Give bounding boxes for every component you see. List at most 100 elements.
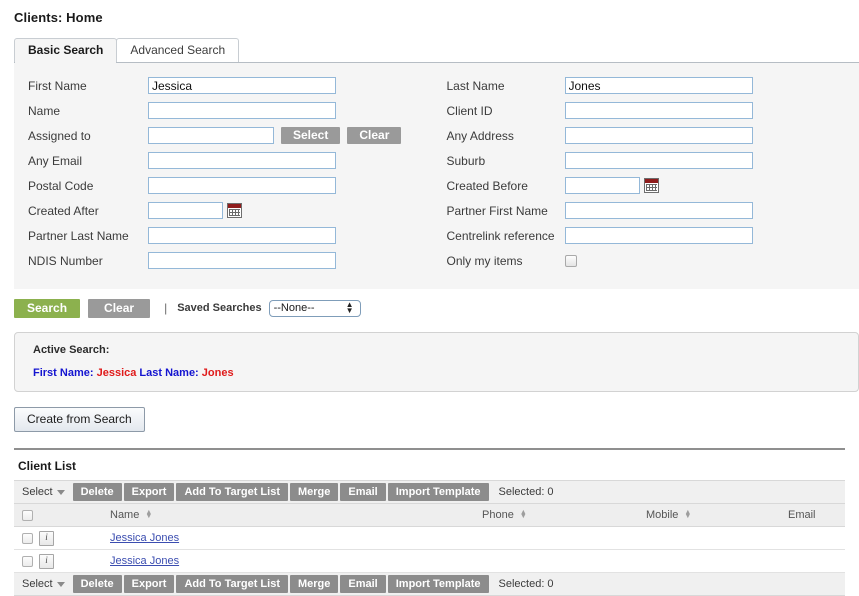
select-dropdown-label: Select bbox=[22, 578, 53, 590]
delete-button-top[interactable]: Delete bbox=[73, 483, 122, 501]
created-before-input[interactable] bbox=[565, 177, 640, 194]
field-ndis-number-label: NDIS Number bbox=[28, 254, 148, 268]
section-divider bbox=[14, 448, 845, 450]
field-created-after: Created After bbox=[28, 200, 437, 221]
created-after-input[interactable] bbox=[148, 202, 223, 219]
row-email-cell bbox=[764, 527, 845, 550]
field-first-name: First Name bbox=[28, 75, 437, 96]
field-suburb: Suburb bbox=[447, 150, 859, 171]
field-partner-first-name: Partner First Name bbox=[447, 200, 859, 221]
field-any-address-label: Any Address bbox=[447, 129, 565, 143]
name-input[interactable] bbox=[148, 102, 336, 119]
client-name-link[interactable]: Jessica Jones bbox=[110, 532, 179, 544]
active-term-value-last-name: Jones bbox=[202, 367, 234, 379]
partner-last-name-input[interactable] bbox=[148, 227, 336, 244]
client-id-input[interactable] bbox=[565, 102, 753, 119]
delete-button-bottom[interactable]: Delete bbox=[73, 575, 122, 593]
field-client-id-label: Client ID bbox=[447, 104, 565, 118]
any-email-input[interactable] bbox=[148, 152, 336, 169]
chevron-down-icon bbox=[57, 490, 65, 495]
calendar-icon[interactable] bbox=[227, 203, 242, 218]
row-name-cell: Jessica Jones bbox=[74, 550, 454, 573]
search-actions-bar: Search Clear | Saved Searches --None-- ▲… bbox=[14, 298, 859, 318]
last-name-input[interactable] bbox=[565, 77, 753, 94]
add-to-target-list-button-bottom[interactable]: Add To Target List bbox=[176, 575, 288, 593]
row-checkbox[interactable] bbox=[22, 556, 33, 567]
field-partner-first-name-label: Partner First Name bbox=[447, 204, 565, 218]
info-icon[interactable]: i bbox=[39, 531, 54, 546]
assigned-to-select-button[interactable]: Select bbox=[281, 127, 340, 144]
info-icon[interactable]: i bbox=[39, 554, 54, 569]
postal-code-input[interactable] bbox=[148, 177, 336, 194]
active-search-title: Active Search: bbox=[33, 344, 858, 356]
field-first-name-label: First Name bbox=[28, 79, 148, 93]
only-my-items-checkbox[interactable] bbox=[565, 255, 577, 267]
page-title: Clients: Home bbox=[0, 0, 859, 25]
saved-searches-label: Saved Searches bbox=[177, 302, 261, 314]
table-header-row: Name ▲▼ Phone ▲▼ Mobile ▲▼ Email bbox=[14, 504, 845, 527]
select-dropdown-bottom[interactable]: Select bbox=[20, 573, 73, 595]
centrelink-reference-input[interactable] bbox=[565, 227, 753, 244]
column-header-select bbox=[14, 504, 74, 527]
calendar-icon[interactable] bbox=[644, 178, 659, 193]
create-from-search-button[interactable]: Create from Search bbox=[14, 407, 145, 432]
ndis-number-input[interactable] bbox=[148, 252, 336, 269]
any-address-input[interactable] bbox=[565, 127, 753, 144]
field-partner-last-name: Partner Last Name bbox=[28, 225, 437, 246]
field-any-email-label: Any Email bbox=[28, 154, 148, 168]
select-dropdown-top[interactable]: Select bbox=[20, 481, 73, 503]
partner-first-name-input[interactable] bbox=[565, 202, 753, 219]
field-centrelink-reference: Centrelink reference bbox=[447, 225, 859, 246]
basic-search-panel: First Name Name Assigned to Select Clear… bbox=[14, 62, 859, 289]
clear-button[interactable]: Clear bbox=[88, 299, 150, 318]
field-assigned-to-label: Assigned to bbox=[28, 129, 148, 143]
column-header-name[interactable]: Name ▲▼ bbox=[74, 504, 454, 527]
field-any-email: Any Email bbox=[28, 150, 437, 171]
row-name-cell: Jessica Jones bbox=[74, 527, 454, 550]
tab-basic-search[interactable]: Basic Search bbox=[14, 38, 117, 62]
assigned-to-clear-button[interactable]: Clear bbox=[347, 127, 401, 144]
client-name-link[interactable]: Jessica Jones bbox=[110, 555, 179, 567]
row-select-cell: i bbox=[14, 527, 74, 550]
export-button-top[interactable]: Export bbox=[124, 483, 175, 501]
sort-icon[interactable]: ▲▼ bbox=[520, 511, 527, 519]
field-created-after-label: Created After bbox=[28, 204, 148, 218]
tab-advanced-search-label: Advanced Search bbox=[130, 43, 225, 57]
import-template-button-top[interactable]: Import Template bbox=[388, 483, 489, 501]
select-all-checkbox[interactable] bbox=[22, 510, 33, 521]
row-phone-cell bbox=[454, 550, 614, 573]
tab-advanced-search[interactable]: Advanced Search bbox=[116, 38, 239, 62]
field-any-address: Any Address bbox=[447, 125, 859, 146]
column-header-mobile[interactable]: Mobile ▲▼ bbox=[614, 504, 764, 527]
column-header-phone[interactable]: Phone ▲▼ bbox=[454, 504, 614, 527]
first-name-input[interactable] bbox=[148, 77, 336, 94]
table-row: i Jessica Jones bbox=[14, 527, 845, 550]
column-header-phone-label: Phone bbox=[482, 509, 514, 521]
field-assigned-to: Assigned to Select Clear bbox=[28, 125, 437, 146]
suburb-input[interactable] bbox=[565, 152, 753, 169]
merge-button-top[interactable]: Merge bbox=[290, 483, 338, 501]
export-button-bottom[interactable]: Export bbox=[124, 575, 175, 593]
field-postal-code-label: Postal Code bbox=[28, 179, 148, 193]
saved-searches-select[interactable]: --None-- ▲▼ bbox=[269, 300, 361, 317]
column-header-name-label: Name bbox=[110, 509, 139, 521]
field-only-my-items: Only my items bbox=[447, 250, 859, 271]
column-header-mobile-label: Mobile bbox=[646, 509, 678, 521]
sort-icon[interactable]: ▲▼ bbox=[145, 511, 152, 519]
merge-button-bottom[interactable]: Merge bbox=[290, 575, 338, 593]
email-button-top[interactable]: Email bbox=[340, 483, 385, 501]
import-template-button-bottom[interactable]: Import Template bbox=[388, 575, 489, 593]
email-button-bottom[interactable]: Email bbox=[340, 575, 385, 593]
sort-icon[interactable]: ▲▼ bbox=[684, 511, 691, 519]
table-row: i Jessica Jones bbox=[14, 550, 845, 573]
assigned-to-input[interactable] bbox=[148, 127, 274, 144]
select-dropdown-label: Select bbox=[22, 486, 53, 498]
row-checkbox[interactable] bbox=[22, 533, 33, 544]
search-button[interactable]: Search bbox=[14, 299, 80, 318]
column-header-email-label: Email bbox=[788, 509, 816, 521]
client-list-top-toolbar: Select Delete Export Add To Target List … bbox=[14, 480, 845, 504]
add-to-target-list-button-top[interactable]: Add To Target List bbox=[176, 483, 288, 501]
row-select-cell: i bbox=[14, 550, 74, 573]
active-term-key-last-name: Last Name: bbox=[139, 367, 198, 379]
field-postal-code: Postal Code bbox=[28, 175, 437, 196]
